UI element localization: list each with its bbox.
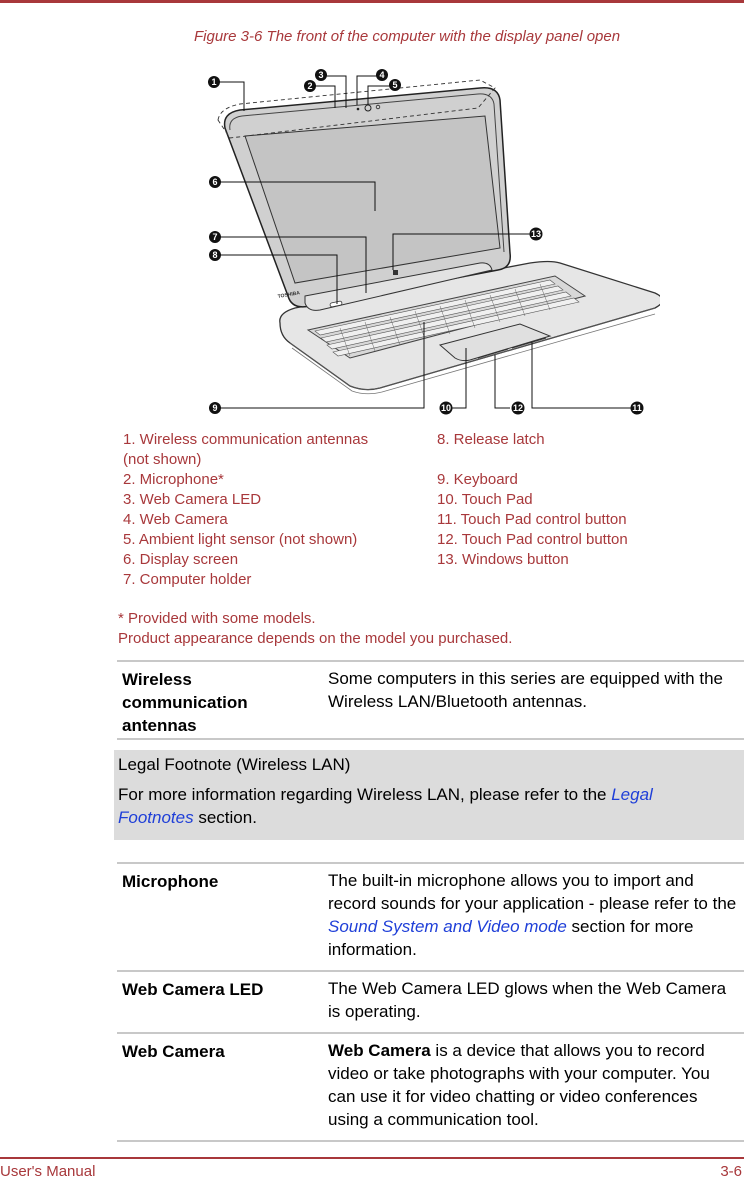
table-antennas: Wireless communication antennas Some com… — [117, 660, 744, 740]
legend-right: 8. Release latch 9. Keyboard 10. Touch P… — [437, 430, 737, 570]
sound-system-link[interactable]: Sound System and Video mode — [328, 917, 567, 936]
svg-text:8: 8 — [212, 250, 217, 260]
legal-body-text-end: section. — [193, 808, 257, 827]
table-bottom-rule — [117, 1140, 744, 1142]
legal-footnote-title: Legal Footnote (Wireless LAN) — [118, 755, 351, 774]
row-desc: Some computers in this series are equipp… — [328, 669, 723, 711]
webcam-led — [356, 107, 360, 111]
svg-text:2: 2 — [307, 81, 312, 91]
legend-left: 1. Wireless communication antennas (not … — [123, 430, 413, 590]
desc-text: The built-in microphone allows you to im… — [328, 871, 737, 913]
table-row-webcam-led: Web Camera LED The Web Camera LED glows … — [117, 970, 744, 1032]
svg-text:1: 1 — [211, 77, 216, 87]
legend-item: 8. Release latch — [437, 431, 545, 448]
table-bottom-rule — [117, 738, 744, 740]
legend-item: 3. Web Camera LED — [123, 491, 262, 508]
header-rule — [0, 0, 744, 3]
legend-item: 9. Keyboard — [437, 471, 518, 488]
legal-footnote-box: Legal Footnote (Wireless LAN) For more i… — [114, 750, 744, 840]
figure-caption: Figure 3-6 The front of the computer wit… — [194, 28, 621, 45]
svg-text:13: 13 — [531, 229, 541, 239]
note-provided: * Provided with some models. — [118, 610, 316, 627]
callout-5: 5 — [389, 79, 401, 91]
windows-button-glyph — [393, 270, 398, 275]
callout-3: 3 — [315, 69, 327, 81]
callout-7: 7 — [209, 231, 221, 243]
callout-10: 10 — [439, 401, 453, 415]
footer-page-number: 3-6 — [720, 1163, 742, 1180]
svg-text:4: 4 — [379, 70, 384, 80]
row-term: Web Camera LED — [122, 980, 264, 999]
callout-11: 11 — [630, 401, 644, 415]
callout-2: 2 — [304, 80, 316, 92]
row-desc: The Web Camera LED glows when the Web Ca… — [328, 979, 727, 1021]
row-term: Web Camera — [122, 1042, 225, 1061]
legal-body-text: For more information regarding Wireless … — [118, 785, 612, 804]
legend-item: 6. Display screen — [123, 551, 239, 568]
legend-item: 11. Touch Pad control button — [437, 511, 627, 528]
callout-13: 13 — [529, 227, 543, 241]
footer-rule — [0, 1157, 744, 1159]
table-row: Wireless communication antennas Some com… — [117, 660, 744, 738]
row-desc: The built-in microphone allows you to im… — [328, 864, 744, 970]
legend-item: 10. Touch Pad — [437, 491, 533, 508]
note-appearance: Product appearance depends on the model … — [118, 630, 513, 647]
legend-item: 1. Wireless communication antennas — [123, 431, 369, 448]
table-row-microphone: Microphone The built-in microphone allow… — [117, 862, 744, 970]
legend-item: 2. Microphone* — [123, 471, 224, 488]
row-term: Microphone — [122, 872, 219, 891]
legend-item: (not shown) — [123, 451, 202, 468]
legend-item: 12. Touch Pad control button — [437, 531, 628, 548]
legend-spacer — [437, 450, 737, 470]
callout-6: 6 — [209, 176, 221, 188]
desc-bold: Web Camera — [328, 1041, 431, 1060]
laptop-figure: TOSHIBA 1 2 3 4 5 6 7 8 9 10 11 12 13 — [200, 58, 660, 418]
svg-text:7: 7 — [212, 232, 217, 242]
legend-item: 5. Ambient light sensor (not shown) — [123, 531, 358, 548]
svg-text:12: 12 — [513, 403, 523, 413]
legend-item: 7. Computer holder — [123, 571, 252, 588]
footer-manual-title: User's Manual — [0, 1163, 96, 1180]
callout-12: 12 — [511, 401, 525, 415]
callout-4: 4 — [376, 69, 388, 81]
svg-text:10: 10 — [441, 403, 451, 413]
table-row-webcam: Web Camera Web Camera is a device that a… — [117, 1032, 744, 1140]
callout-8: 8 — [209, 249, 221, 261]
svg-text:3: 3 — [318, 70, 323, 80]
svg-text:11: 11 — [632, 403, 642, 413]
laptop-illustration: TOSHIBA 1 2 3 4 5 6 7 8 9 10 11 12 13 — [208, 69, 660, 415]
table-components: Microphone The built-in microphone allow… — [117, 862, 744, 1142]
legend-item: 13. Windows button — [437, 551, 569, 568]
callout-9: 9 — [209, 402, 221, 414]
legal-footnote-body: For more information regarding Wireless … — [118, 783, 728, 829]
row-term: Wireless communication antennas — [122, 670, 248, 735]
row-desc: Web Camera is a device that allows you t… — [328, 1034, 744, 1140]
svg-text:5: 5 — [392, 80, 397, 90]
svg-text:9: 9 — [212, 403, 217, 413]
callout-1: 1 — [208, 76, 220, 88]
svg-text:6: 6 — [212, 177, 217, 187]
legend-item: 4. Web Camera — [123, 511, 228, 528]
